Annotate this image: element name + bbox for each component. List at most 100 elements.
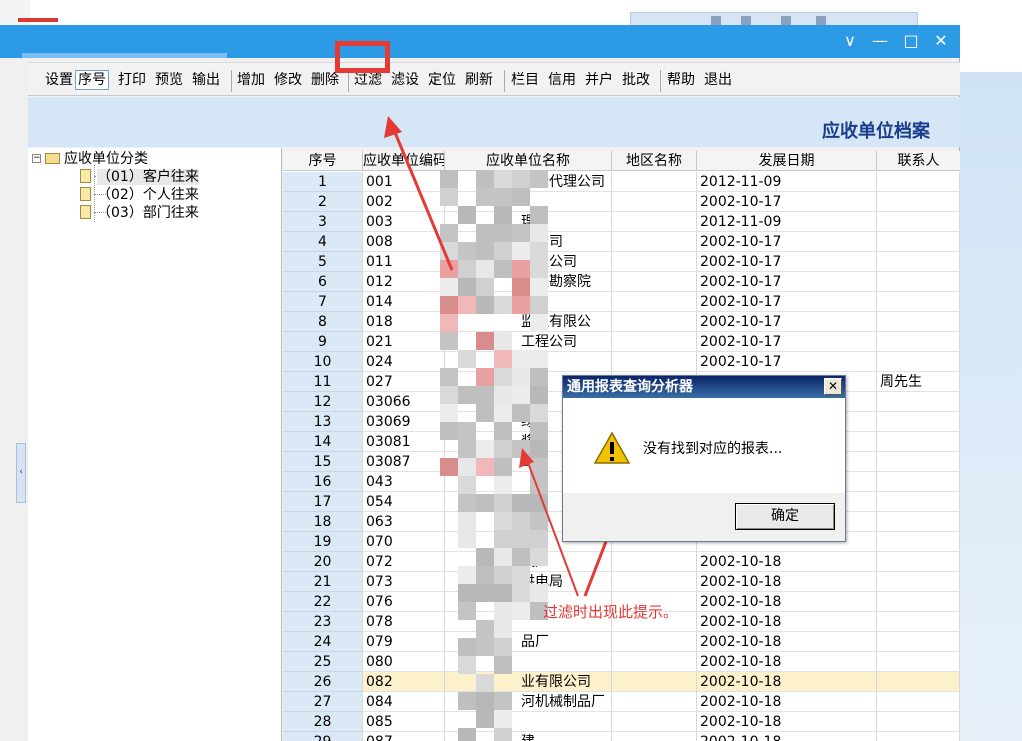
toolbar-credit-button[interactable]: 信用 [546,70,578,90]
column-header-contact[interactable]: 联系人 [877,151,960,171]
toolbar-delete-button[interactable]: 删除 [309,70,341,90]
mosaic-block [494,584,512,602]
column-header-seq[interactable]: 序号 [283,151,363,171]
mosaic-block [530,404,548,422]
cell-code: 087 [363,732,445,741]
toolbar-batch-edit-button[interactable]: 批改 [620,70,652,90]
table-row[interactable]: 9 021 工程公司 2002-10-17 [283,332,960,352]
table-row[interactable]: 1 001 招标代理公司 2012-11-09 [283,172,960,192]
toolbar-edit-button[interactable]: 修改 [272,70,304,90]
mosaic-block [458,512,476,530]
table-row[interactable]: 25 080 2002-10-18 [283,652,960,672]
dialog-close-button[interactable]: ✕ [824,378,842,395]
mosaic-block [494,458,512,476]
cell-region [612,332,697,352]
mosaic-block [458,350,476,368]
tree-root[interactable]: − 应收单位分类 [32,150,148,168]
cell-code: 03087 [363,452,445,472]
maximize-icon[interactable]: □ [901,31,921,51]
cell-seq: 22 [283,592,363,612]
cell-seq: 11 [283,372,363,392]
table-row[interactable]: 21 073 供电局 2002-10-18 [283,572,960,592]
table-row[interactable]: 29087建2002-10-18 [283,732,960,741]
column-header-date[interactable]: 发展日期 [697,151,877,171]
table-row[interactable]: 26 082 业有限公司 2002-10-18 [283,672,960,692]
toolbar-preview-button[interactable]: 预览 [153,70,185,90]
mosaic-block [494,512,512,530]
toolbar-refresh-button[interactable]: 刷新 [463,70,495,90]
cell-date: 2002-10-17 [697,272,877,292]
toolbar-filter-settings-button[interactable]: 滤设 [389,70,421,90]
mosaic-block [476,692,494,710]
mosaic-block [476,494,494,512]
dialog-ok-button[interactable]: 确定 [735,503,835,530]
mosaic-block [458,440,476,458]
cell-date: 2002-10-17 [697,292,877,312]
cell-contact [877,692,960,712]
toolbar-settings-button[interactable]: 设置 [43,70,75,90]
cell-seq: 14 [283,432,363,452]
toolbar-columns-button[interactable]: 栏目 [509,70,541,90]
close-icon[interactable]: ✕ [931,31,951,51]
tree-item-personal[interactable]: （02）个人往来 [80,186,199,204]
mosaic-block [458,458,476,476]
cell-code: 014 [363,292,445,312]
privacy-mosaic [440,170,550,741]
chevron-down-icon[interactable]: ∨ [840,31,860,51]
cell-code: 03069 [363,412,445,432]
toolbar-sequence-button[interactable]: 序号 [75,70,109,90]
toolbar-filter-button[interactable]: 过滤 [352,70,384,90]
table-row[interactable]: 24 079 品厂 2002-10-18 [283,632,960,652]
mosaic-block [512,296,530,314]
cell-contact [877,532,960,552]
tree-item-department[interactable]: （03）部门往来 [80,204,199,222]
table-row[interactable]: 27 084 河机械制品厂 2002-10-18 [283,692,960,712]
cell-contact: 周先生 [877,372,960,392]
mosaic-block [476,368,494,386]
toolbar-merge-button[interactable]: 并户 [583,70,615,90]
table-row[interactable]: 8 018 监理有限公 2002-10-17 [283,312,960,332]
toolbar-print-button[interactable]: 打印 [116,70,148,90]
mosaic-block [530,386,548,404]
cell-seq: 3 [283,212,363,232]
table-row[interactable]: 6 012 工程勘察院 2002-10-17 [283,272,960,292]
cell-seq: 4 [283,232,363,252]
cell-code: 03066 [363,392,445,412]
column-header-code[interactable]: 应收单位编码 [363,151,445,171]
table-row[interactable]: 10024宫2002-10-17 [283,352,960,372]
tree-item-customer[interactable]: （01）客户往来 [80,168,199,186]
column-header-region[interactable]: 地区名称 [612,151,697,171]
cell-region [612,732,697,741]
mosaic-block [530,224,548,242]
toolbar-add-button[interactable]: 增加 [235,70,267,90]
toolbar-exit-button[interactable]: 退出 [702,70,734,90]
table-row[interactable]: 4008程公司2002-10-17 [283,232,960,252]
mosaic-block [512,368,530,386]
mosaic-block [440,278,458,296]
tree-item-label: （01）客户往来 [97,169,199,185]
table-row[interactable]: 7014院2002-10-17 [283,292,960,312]
toolbar-locate-button[interactable]: 定位 [426,70,458,90]
cell-date: 2002-10-17 [697,252,877,272]
toolbar-help-button[interactable]: 帮助 [665,70,697,90]
mosaic-block [476,296,494,314]
mosaic-block [494,242,512,260]
left-dock-tab[interactable]: ‹ [16,443,26,503]
table-row[interactable]: 2 002 2002-10-17 [283,192,960,212]
table-row[interactable]: 5 011 有限公司 2002-10-17 [283,252,960,272]
mosaic-block [476,278,494,296]
column-header-name[interactable]: 应收单位名称 [445,151,612,171]
mosaic-block [476,710,494,728]
document-icon [80,187,91,201]
table-row[interactable]: 28 085 2002-10-18 [283,712,960,732]
toolbar-export-button[interactable]: 输出 [190,70,222,90]
cell-seq: 13 [283,412,363,432]
table-row[interactable]: 3 003 理 2012-11-09 [283,212,960,232]
cell-code: 012 [363,272,445,292]
cell-contact [877,292,960,312]
toolbar-separator [504,70,505,92]
minimize-icon[interactable]: — [870,31,890,51]
collapse-icon[interactable]: − [32,153,41,163]
table-row[interactable]: 20072具厂2002-10-18 [283,552,960,572]
mosaic-block [458,386,476,404]
